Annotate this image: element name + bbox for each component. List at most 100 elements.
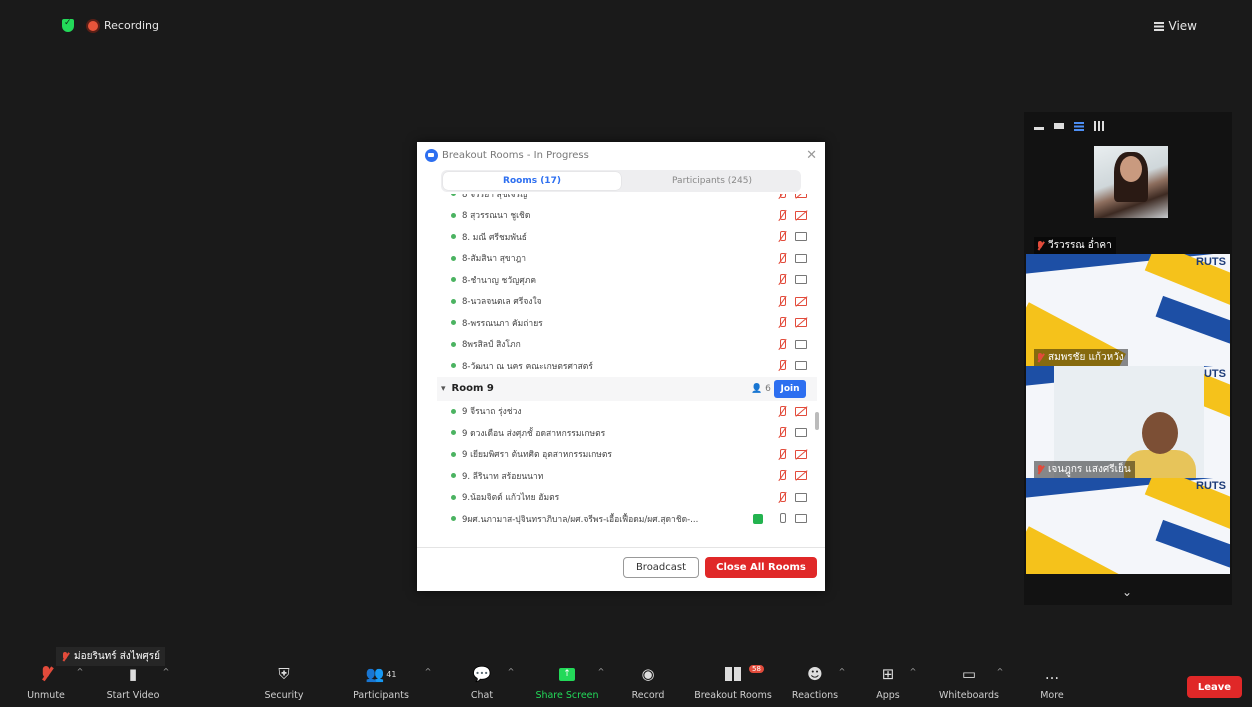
dialog-titlebar: Breakout Rooms - In Progress (417, 142, 825, 168)
participant-row[interactable]: 8-วัฒนา ณ นคร คณะเกษตรศาสตร์ (437, 355, 817, 377)
video-tile[interactable]: RUTS เจนฎูกร แสงศรีเย็น (1026, 366, 1230, 480)
microphone-muted-icon (777, 194, 787, 199)
breakout-grid-icon: 58 (725, 663, 764, 685)
participant-row[interactable]: 8พรสิลป์ สิงโภก (437, 334, 817, 356)
video-off-icon (795, 296, 807, 306)
security-shield-icon[interactable] (62, 18, 74, 32)
breakout-rooms-button[interactable]: 58 Breakout Rooms (688, 663, 778, 701)
video-tile[interactable]: วีรวรรณ อ่ำคา (1026, 142, 1230, 256)
video-tile[interactable]: RUTS สมพรชัย แก้วหวัง (1026, 254, 1230, 368)
video-icon (795, 339, 807, 349)
video-icon (795, 428, 807, 437)
participant-name: 8 สุวรรณนา ชูเชิด (462, 211, 531, 222)
meeting-toolbar: Unmute ^ ▮ Start Video ^ ⛨ Security 👥 41 … (0, 663, 1252, 707)
video-off-icon (795, 449, 807, 459)
microphone-muted-icon (777, 338, 787, 350)
participants-icon: 👥 41 (365, 665, 397, 683)
participants-button[interactable]: 👥 41 Participants (336, 663, 426, 701)
tab-rooms[interactable]: Rooms (17) (443, 172, 621, 190)
strip-view-icon[interactable] (1074, 121, 1084, 131)
tile-name-label: สมพรชัย แก้วหวัง (1034, 349, 1128, 366)
more-button[interactable]: ... More (1007, 663, 1097, 701)
participant-row[interactable]: 9 เยียมพิศรา ต้นทศิต อุตสาหกรรมเกษตร (437, 444, 817, 466)
record-dot-icon (88, 20, 98, 31)
participant-name: 8-ชำนาญ ชวัญศุภค (462, 275, 537, 286)
mic-muted-icon (1036, 240, 1044, 251)
panel-layout-toolbar (1024, 112, 1232, 140)
participant-name: 9. ลีรินาท สร้อยนนาท (462, 471, 544, 482)
microphone-muted-icon (777, 231, 787, 242)
dialog-title: Breakout Rooms - In Progress (442, 149, 589, 161)
leave-button[interactable]: Leave (1187, 676, 1242, 698)
record-button[interactable]: ◉ Record (603, 663, 693, 701)
status-dot-icon (451, 277, 456, 283)
microphone-muted-icon (777, 405, 787, 417)
tile-name-label: เจนฎูกร แสงศรีเย็น (1034, 461, 1135, 478)
smiley-icon: ☻ (807, 665, 823, 683)
participant-row[interactable]: 9ผศ.นภามาส-ปุจินทราภิบาล/ผศ.จรีพร-เอื้อเ… (437, 508, 817, 530)
status-dot-icon (451, 255, 456, 261)
participant-row[interactable]: 8-พรรณนภา คัมถ่ายร (437, 312, 817, 334)
participant-row[interactable]: 9. ลีรินาท สร้อยนนาท (437, 465, 817, 487)
video-off-icon (795, 210, 807, 220)
participant-row[interactable]: 9.น้อมจิตต์ แก้วไทย ฮัมตร (437, 487, 817, 509)
more-dots-icon: ... (1044, 665, 1060, 683)
status-dot-icon (451, 451, 456, 457)
chat-bubble-icon: 💬 (472, 665, 492, 683)
participant-row[interactable]: 8 จรรยา สุขเจริญ (437, 194, 817, 205)
status-dot-icon (451, 234, 456, 240)
status-dot-icon (451, 494, 456, 500)
breakout-rooms-dialog: Breakout Rooms - In Progress ✕ Rooms (17… (417, 142, 825, 591)
view-button[interactable]: View (1153, 19, 1197, 33)
record-icon: ◉ (641, 665, 655, 683)
dialog-footer: Broadcast Close All Rooms (417, 547, 825, 591)
join-button[interactable]: Join (774, 379, 806, 398)
breakout-tabs: Rooms (17) Participants (245) (441, 170, 801, 192)
participant-name: 9 เยียมพิศรา ต้นทศิต อุตสาหกรรมเกษตร (462, 450, 612, 461)
status-dot-icon (451, 212, 456, 218)
apps-button[interactable]: ⊞ Apps (843, 663, 933, 701)
close-all-rooms-button[interactable]: Close All Rooms (705, 557, 817, 578)
collapse-caret-icon[interactable]: ▾ (441, 384, 446, 394)
status-dot-icon (451, 298, 456, 304)
mic-muted-icon (1036, 464, 1044, 475)
microphone-muted-icon (777, 427, 787, 438)
participant-row[interactable]: 8-ชำนาญ ชวัญศุภค (437, 269, 817, 291)
microphone-muted-icon (777, 295, 787, 307)
scrollbar[interactable] (815, 412, 819, 430)
apps-icon: ⊞ (881, 665, 895, 683)
video-off-icon: ▮ (128, 665, 138, 683)
close-icon[interactable]: ✕ (806, 148, 817, 163)
participant-name: 8-วัฒนา ณ นคร คณะเกษตรศาสตร์ (462, 361, 593, 372)
participant-row[interactable]: 8. มณี ศรีชมพันธ์ (437, 226, 817, 248)
participant-name: 8พรสิลป์ สิงโภก (462, 340, 521, 351)
zoom-logo-icon (425, 148, 438, 162)
microphone-muted-icon (42, 663, 50, 685)
participant-row[interactable]: 8 สุวรรณนา ชูเชิด (437, 205, 817, 227)
video-tile[interactable]: RUTS (1026, 478, 1230, 574)
gallery-icon[interactable] (1094, 121, 1104, 131)
broadcast-button[interactable]: Broadcast (623, 557, 699, 578)
participant-row[interactable]: 8-นวลจนตเล ศรีจงใจ (437, 291, 817, 313)
status-dot-icon (451, 516, 456, 522)
tab-participants[interactable]: Participants (245) (623, 170, 801, 192)
status-dot-icon (451, 320, 456, 326)
participant-name: 9.น้อมจิตต์ แก้วไทย ฮัมตร (462, 493, 560, 504)
video-icon (795, 361, 807, 370)
shared-slide: RUTS (1026, 478, 1230, 574)
room-header-room-9[interactable]: ▾ Room 9 👤 6 Join (437, 376, 817, 401)
rooms-list[interactable]: 8 จรรยา สุขเจริญ 8 สุวรรณนา ชูเชิด 8. มณี … (437, 194, 817, 546)
status-dot-icon (451, 341, 456, 347)
whiteboard-icon: ▭ (961, 665, 977, 683)
minimize-icon[interactable] (1034, 126, 1044, 130)
single-video-icon[interactable] (1054, 123, 1064, 129)
chevron-down-icon[interactable]: ⌄ (1122, 585, 1132, 599)
security-button[interactable]: ⛨ Security (239, 663, 329, 701)
microphone-muted-icon (777, 317, 787, 328)
participant-row[interactable]: 9 จีรนาถ รุ่งช่วง (437, 401, 817, 423)
participant-row[interactable]: 9 ดวงเดือน ส่งศุภชั้ อดสาหกรรมเกษตร (437, 422, 817, 444)
recording-indicator[interactable]: Recording (88, 19, 159, 32)
participant-row[interactable]: 8-สัมสินา สุขาฎา (437, 248, 817, 270)
microphone-muted-icon (777, 252, 787, 264)
shield-icon: ⛨ (278, 665, 290, 683)
